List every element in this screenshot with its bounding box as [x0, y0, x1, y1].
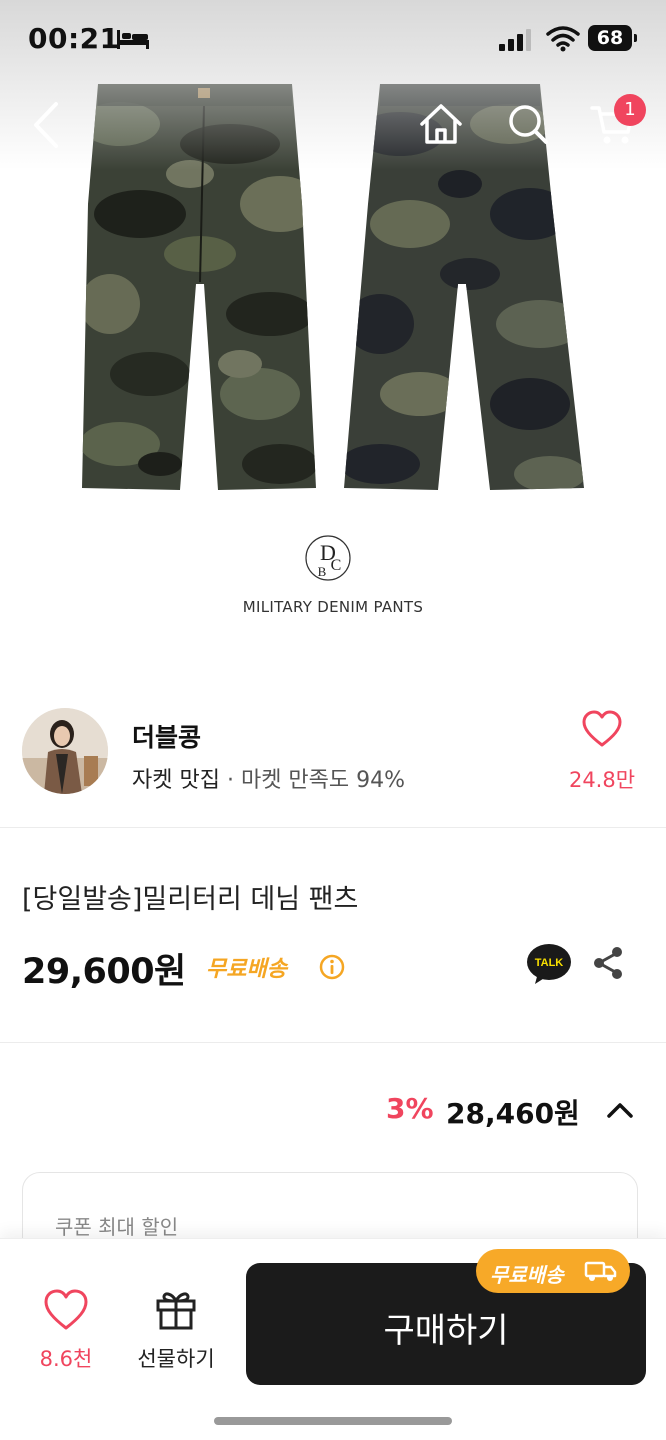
wifi-icon — [546, 26, 580, 52]
brand-logo: D B C — [305, 535, 351, 581]
home-icon[interactable] — [418, 102, 464, 146]
seller-meta: 자켓 맛집 · 마켓 만족도 94% — [132, 762, 405, 794]
discount-row[interactable]: 3% 28,460원 — [0, 1078, 666, 1138]
bed-icon — [117, 30, 149, 49]
heart-icon — [44, 1289, 88, 1330]
kakao-talk-icon[interactable]: TALK — [526, 943, 572, 985]
bottom-action-bar: 8.6천 선물하기 구매하기 무료배송 — [0, 1238, 666, 1440]
seller-avatar[interactable] — [22, 708, 108, 794]
discounted-price: 28,460원 — [446, 1097, 580, 1130]
wish-button[interactable]: 8.6천 — [26, 1283, 106, 1373]
seller-tagline: 자켓 맛집 — [132, 768, 220, 793]
product-title: [당일발송]밀리터리 데님 팬츠 — [22, 884, 359, 915]
gift-button[interactable]: 선물하기 — [124, 1283, 228, 1373]
free-shipping-tag: 무료배송 — [476, 1249, 630, 1293]
battery-indicator: 68 — [588, 25, 637, 51]
product-info: [당일발송]밀리터리 데님 팬츠 29,600원 무료배송 TALK — [0, 829, 666, 1043]
free-shipping-label: 무료배송 — [206, 957, 287, 982]
free-shipping-tag-label: 무료배송 — [490, 1263, 564, 1287]
discount-rate: 3% — [386, 1092, 434, 1125]
gift-icon — [156, 1292, 196, 1330]
back-icon[interactable] — [30, 100, 64, 150]
heart-icon[interactable] — [582, 710, 622, 748]
gift-label: 선물하기 — [137, 1347, 215, 1371]
product-image-area[interactable]: 1 D B C MILITARY DENIM PANTS — [0, 0, 666, 668]
product-price: 29,600원 — [22, 952, 186, 992]
status-bar: 00:21 68 — [0, 0, 666, 80]
seller-section[interactable]: 더블콩 자켓 맛집 · 마켓 만족도 94% 24.8만 — [0, 668, 666, 828]
share-icon[interactable] — [590, 945, 626, 981]
chevron-up-icon[interactable] — [604, 1096, 636, 1124]
buy-button-label: 구매하기 — [383, 1311, 509, 1351]
svg-text:C: C — [331, 557, 342, 574]
truck-icon — [584, 1261, 617, 1281]
seller-like-count: 24.8만 — [568, 768, 636, 792]
search-icon[interactable] — [506, 102, 550, 146]
home-indicator[interactable] — [214, 1417, 452, 1425]
info-icon[interactable] — [318, 953, 346, 981]
svg-text:B: B — [318, 564, 327, 579]
seller-satisfaction: · 마켓 만족도 94% — [219, 768, 406, 793]
hero-caption: MILITARY DENIM PANTS — [242, 598, 424, 616]
kakao-talk-text: TALK — [535, 957, 564, 969]
seller-name[interactable]: 더블콩 — [132, 718, 201, 754]
wish-count: 8.6천 — [39, 1347, 93, 1371]
cart-count-badge: 1 — [614, 94, 646, 126]
status-time: 00:21 — [28, 22, 120, 55]
signal-icon — [499, 29, 531, 51]
coupon-label: 쿠폰 최대 할인 — [55, 1215, 179, 1239]
